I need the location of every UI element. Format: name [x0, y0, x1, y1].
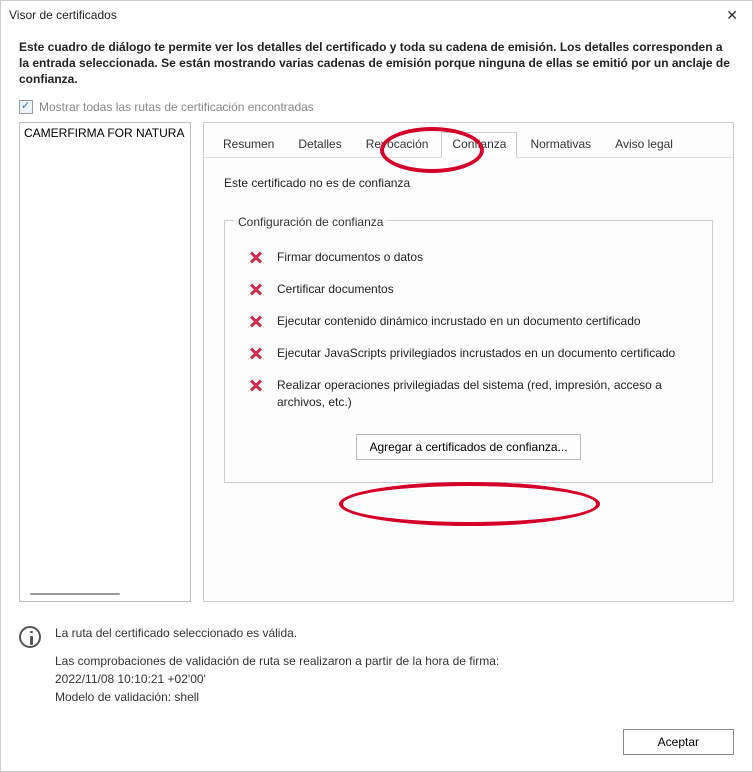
x-icon	[249, 346, 263, 360]
tab-detalles[interactable]: Detalles	[287, 132, 352, 158]
tabstrip: Resumen Detalles Revocación Confianza No…	[204, 123, 733, 158]
dialog-content: Este cuadro de diálogo te permite ver lo…	[1, 29, 752, 612]
validation-line-model: Modelo de validación: shell	[55, 688, 499, 706]
add-to-trusted-button[interactable]: Agregar a certificados de confianza...	[356, 434, 580, 460]
validation-line-checks: Las comprobaciones de validación de ruta…	[55, 652, 499, 670]
trust-row-javascript: Ejecutar JavaScripts privilegiados incru…	[249, 345, 688, 361]
tab-aviso-legal[interactable]: Aviso legal	[604, 132, 684, 158]
intro-text: Este cuadro de diálogo te permite ver lo…	[19, 39, 734, 88]
cert-chain-list[interactable]: CAMERFIRMA FOR NATURA	[19, 122, 191, 602]
show-all-paths-label: Mostrar todas las rutas de certificación…	[39, 100, 314, 114]
main-columns: CAMERFIRMA FOR NATURA Resumen Detalles R…	[19, 122, 734, 602]
list-item[interactable]	[20, 143, 190, 163]
trust-row-dynamic: Ejecutar contenido dinámico incrustado e…	[249, 313, 688, 329]
list-item[interactable]: CAMERFIRMA FOR NATURA	[20, 123, 190, 143]
validation-line-time: 2022/11/08 10:10:21 +02'00'	[55, 670, 499, 688]
trust-row-certify: Certificar documentos	[249, 281, 688, 297]
footer-buttons: Aceptar	[623, 729, 734, 755]
validation-line-valid: La ruta del certificado seleccionado es …	[55, 624, 499, 642]
trust-row-label: Realizar operaciones privilegiadas del s…	[277, 377, 688, 409]
show-all-paths-checkbox[interactable]	[19, 100, 33, 114]
tab-revocacion[interactable]: Revocación	[355, 132, 440, 158]
tab-confianza[interactable]: Confianza	[441, 132, 517, 158]
window-title: Visor de certificados	[9, 8, 117, 22]
show-all-paths-row: Mostrar todas las rutas de certificación…	[19, 100, 734, 114]
x-icon	[249, 378, 263, 392]
x-icon	[249, 282, 263, 296]
validation-info-row: La ruta del certificado seleccionado es …	[1, 612, 752, 708]
validation-info-text: La ruta del certificado seleccionado es …	[55, 624, 499, 706]
tab-resumen[interactable]: Resumen	[212, 132, 285, 158]
trust-status-text: Este certificado no es de confianza	[224, 176, 713, 190]
x-icon	[249, 314, 263, 328]
trust-row-label: Firmar documentos o datos	[277, 249, 423, 265]
tab-normativas[interactable]: Normativas	[519, 132, 602, 158]
x-icon	[249, 250, 263, 264]
info-icon	[19, 626, 41, 648]
trust-row-system: Realizar operaciones privilegiadas del s…	[249, 377, 688, 409]
trust-settings-box: Firmar documentos o datos Certificar doc…	[224, 220, 713, 483]
trust-row-label: Certificar documentos	[277, 281, 394, 297]
cert-detail-panel: Resumen Detalles Revocación Confianza No…	[203, 122, 734, 602]
ok-button[interactable]: Aceptar	[623, 729, 734, 755]
trust-tab-body: Este certificado no es de confianza Conf…	[204, 158, 733, 501]
trust-fieldset-label: Configuración de confianza	[234, 215, 387, 229]
trust-row-label: Ejecutar contenido dinámico incrustado e…	[277, 313, 641, 329]
close-icon[interactable]: ✕	[720, 5, 744, 26]
trust-row-label: Ejecutar JavaScripts privilegiados incru…	[277, 345, 675, 361]
horizontal-scrollbar[interactable]	[30, 593, 120, 595]
titlebar: Visor de certificados ✕	[1, 1, 752, 29]
trust-row-sign: Firmar documentos o datos	[249, 249, 688, 265]
